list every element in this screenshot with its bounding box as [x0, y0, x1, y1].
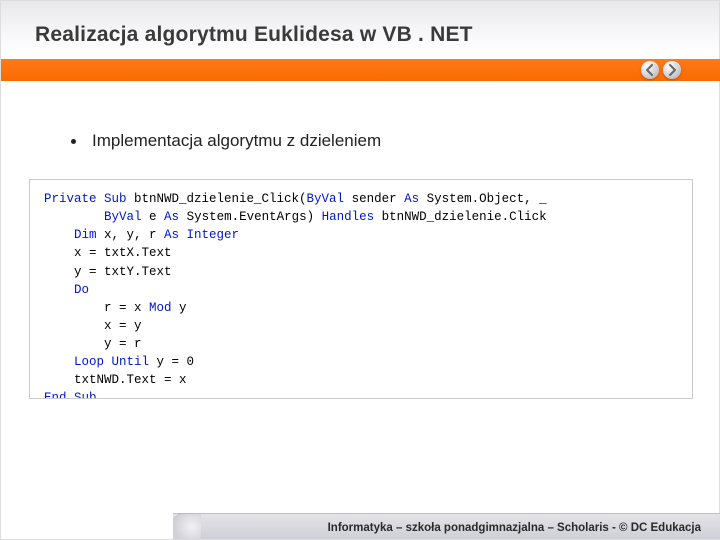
bullet-item: Implementacja algorytmu z dzieleniem: [71, 131, 381, 151]
code-kw: ByVal: [104, 210, 142, 224]
code-kw: Loop Until: [44, 355, 149, 369]
code-text: System.Object, _: [419, 192, 547, 206]
code-text: y: [172, 301, 187, 315]
footer-cap: [171, 513, 201, 539]
code-kw: ByVal: [307, 192, 345, 206]
code-text: y = r: [44, 337, 142, 351]
code-text: e: [142, 210, 165, 224]
slide: Realizacja algorytmu Euklidesa w VB . NE…: [0, 0, 720, 540]
code-text: System.EventArgs): [179, 210, 322, 224]
code-text: btnNWD_dzielenie.Click: [374, 210, 547, 224]
code-kw: Dim: [74, 228, 97, 242]
code-text: txtNWD.Text = x: [44, 373, 187, 387]
code-kw: As: [404, 192, 419, 206]
accent-bar: [1, 59, 720, 81]
footer-white: [1, 513, 173, 539]
code-text: x, y, r: [97, 228, 165, 242]
code-snippet: Private Sub btnNWD_dzielenie_Click(ByVal…: [29, 179, 693, 399]
code-kw: Do: [44, 283, 89, 297]
code-kw: As Integer: [164, 228, 239, 242]
code-kw: Mod: [149, 301, 172, 315]
code-kw: As: [164, 210, 179, 224]
bullet-dot-icon: [71, 139, 76, 144]
footer-text: Informatyka – szkoła ponadgimnazjalna – …: [328, 522, 701, 534]
code-text: btnNWD_dzielenie_Click(: [127, 192, 307, 206]
code-text: x = txtX.Text: [44, 246, 172, 260]
code-text: sender: [344, 192, 404, 206]
prev-button[interactable]: [641, 61, 659, 79]
code-kw: Private Sub: [44, 192, 127, 206]
slide-title: Realizacja algorytmu Euklidesa w VB . NE…: [35, 23, 473, 47]
bullet-text: Implementacja algorytmu z dzieleniem: [92, 131, 381, 151]
code-text: x = y: [44, 319, 142, 333]
code-kw: End Sub: [44, 391, 97, 399]
chevron-left-icon: [641, 61, 659, 79]
code-text: y = txtY.Text: [44, 265, 172, 279]
chevron-right-icon: [663, 61, 681, 79]
code-kw: Handles: [322, 210, 375, 224]
next-button[interactable]: [663, 61, 681, 79]
code-text: r = x: [44, 301, 149, 315]
code-text: y = 0: [149, 355, 194, 369]
